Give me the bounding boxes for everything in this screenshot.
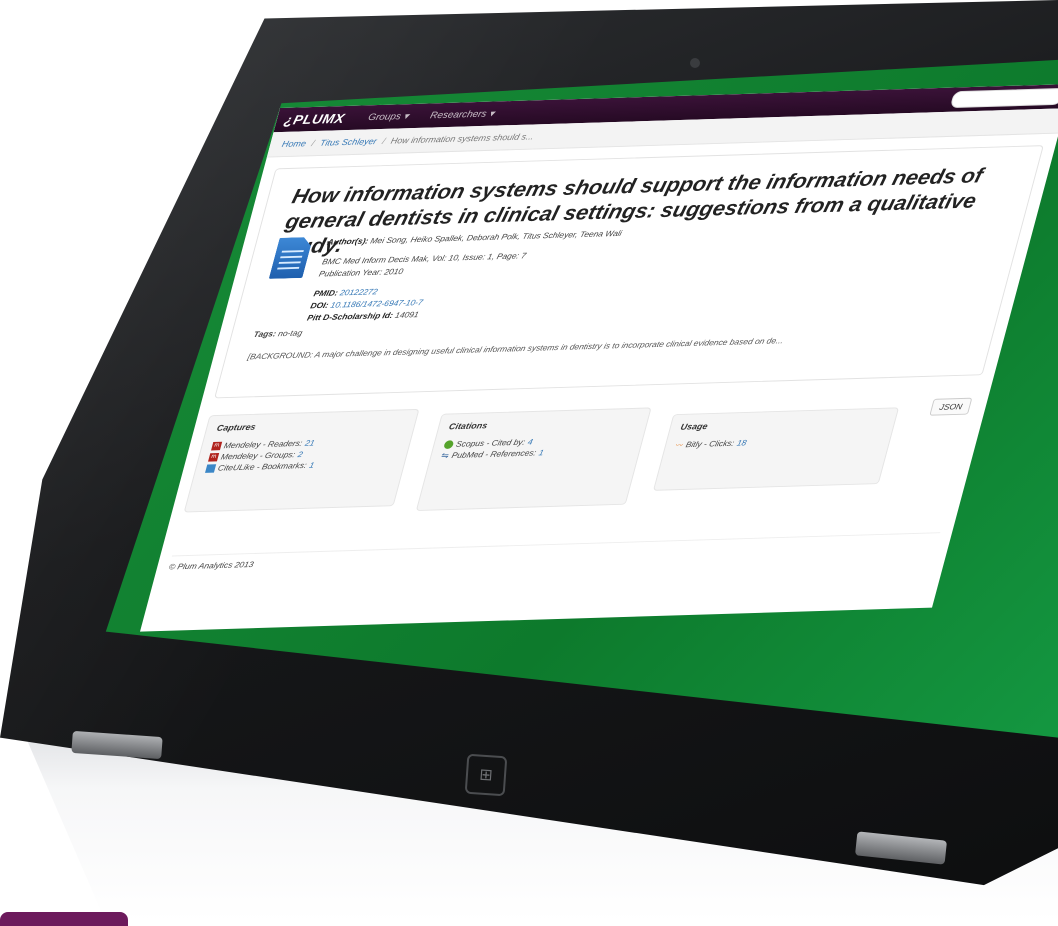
- authors-label: Author(s):: [326, 236, 369, 247]
- doi-label: DOI:: [309, 300, 329, 310]
- captures-card: Captures mMendeley - Readers: 21 mMendel…: [184, 409, 420, 513]
- scopus-icon: [443, 440, 454, 449]
- citations-title: Citations: [448, 416, 639, 431]
- screen: ¿PLUMX Groups ▾ Researchers ▾ Home / Tit…: [140, 84, 1058, 632]
- metric-label: CiteULike - Bookmarks:: [217, 460, 308, 474]
- dscholarship-label: Pitt D-Scholarship Id:: [306, 310, 394, 322]
- tags-label: Tags:: [253, 329, 278, 339]
- metric-value[interactable]: 18: [736, 437, 748, 449]
- metric-value[interactable]: 1: [308, 459, 316, 470]
- abstract: [BACKGROUND: A major challenge in design…: [247, 336, 785, 362]
- bitly-icon: 〰: [675, 440, 684, 449]
- article-metadata: Author(s): Mei Song, Heiko Spallek, Debo…: [306, 227, 624, 324]
- doi-link[interactable]: 10.1186/1472-6947-10-7: [330, 297, 425, 309]
- dscholarship-id: 14091: [394, 310, 420, 320]
- nav-researchers[interactable]: Researchers ▾: [429, 108, 496, 120]
- breadcrumb-separator: /: [381, 136, 386, 145]
- pmid-link[interactable]: 20122272: [339, 287, 379, 297]
- camera-icon: [690, 58, 700, 68]
- breadcrumb-current: How information systems should s...: [390, 132, 535, 146]
- bottom-tab: [0, 912, 128, 926]
- breadcrumb-separator: /: [311, 138, 316, 147]
- citeulike-icon: [205, 464, 216, 473]
- article-panel: How information systems should support t…: [214, 145, 1044, 398]
- usage-title: Usage: [680, 416, 886, 432]
- usage-card: Usage 〰Bitly - Clicks: 18: [653, 407, 899, 491]
- metric-value[interactable]: 21: [304, 437, 316, 449]
- json-button[interactable]: JSON: [930, 398, 973, 416]
- plumx-logo[interactable]: ¿PLUMX: [283, 111, 347, 128]
- search-input[interactable]: [950, 88, 1058, 108]
- metric-label: PubMed - References:: [450, 447, 537, 461]
- windows-button-icon[interactable]: ⊞: [465, 754, 508, 797]
- pmid-label: PMID:: [313, 288, 339, 298]
- captures-title: Captures: [216, 418, 407, 433]
- mendeley-icon: m: [208, 453, 219, 462]
- nav-groups[interactable]: Groups ▾: [367, 111, 410, 123]
- list-item: 〰Bitly - Clicks: 18: [675, 433, 882, 450]
- nav-researchers-label: Researchers: [429, 109, 488, 121]
- metric-value[interactable]: 2: [297, 449, 305, 460]
- tags-value: no-tag: [277, 328, 303, 338]
- tags: Tags: no-tag: [253, 328, 304, 339]
- pubmed-icon: ⇋: [440, 451, 450, 460]
- mendeley-icon: m: [211, 441, 222, 450]
- citations-card: Citations Scopus - Cited by: 4 ⇋PubMed -…: [416, 407, 652, 511]
- breadcrumb-researcher[interactable]: Titus Schleyer: [319, 137, 378, 148]
- breadcrumb-home[interactable]: Home: [281, 139, 307, 149]
- document-icon: [269, 237, 314, 279]
- nav-groups-label: Groups: [367, 111, 402, 122]
- metrics-section: Captures mMendeley - Readers: 21 mMendel…: [162, 386, 992, 550]
- metric-value[interactable]: 1: [538, 447, 546, 458]
- metric-value[interactable]: 4: [527, 436, 535, 447]
- metric-label: Bitly - Clicks:: [684, 437, 735, 450]
